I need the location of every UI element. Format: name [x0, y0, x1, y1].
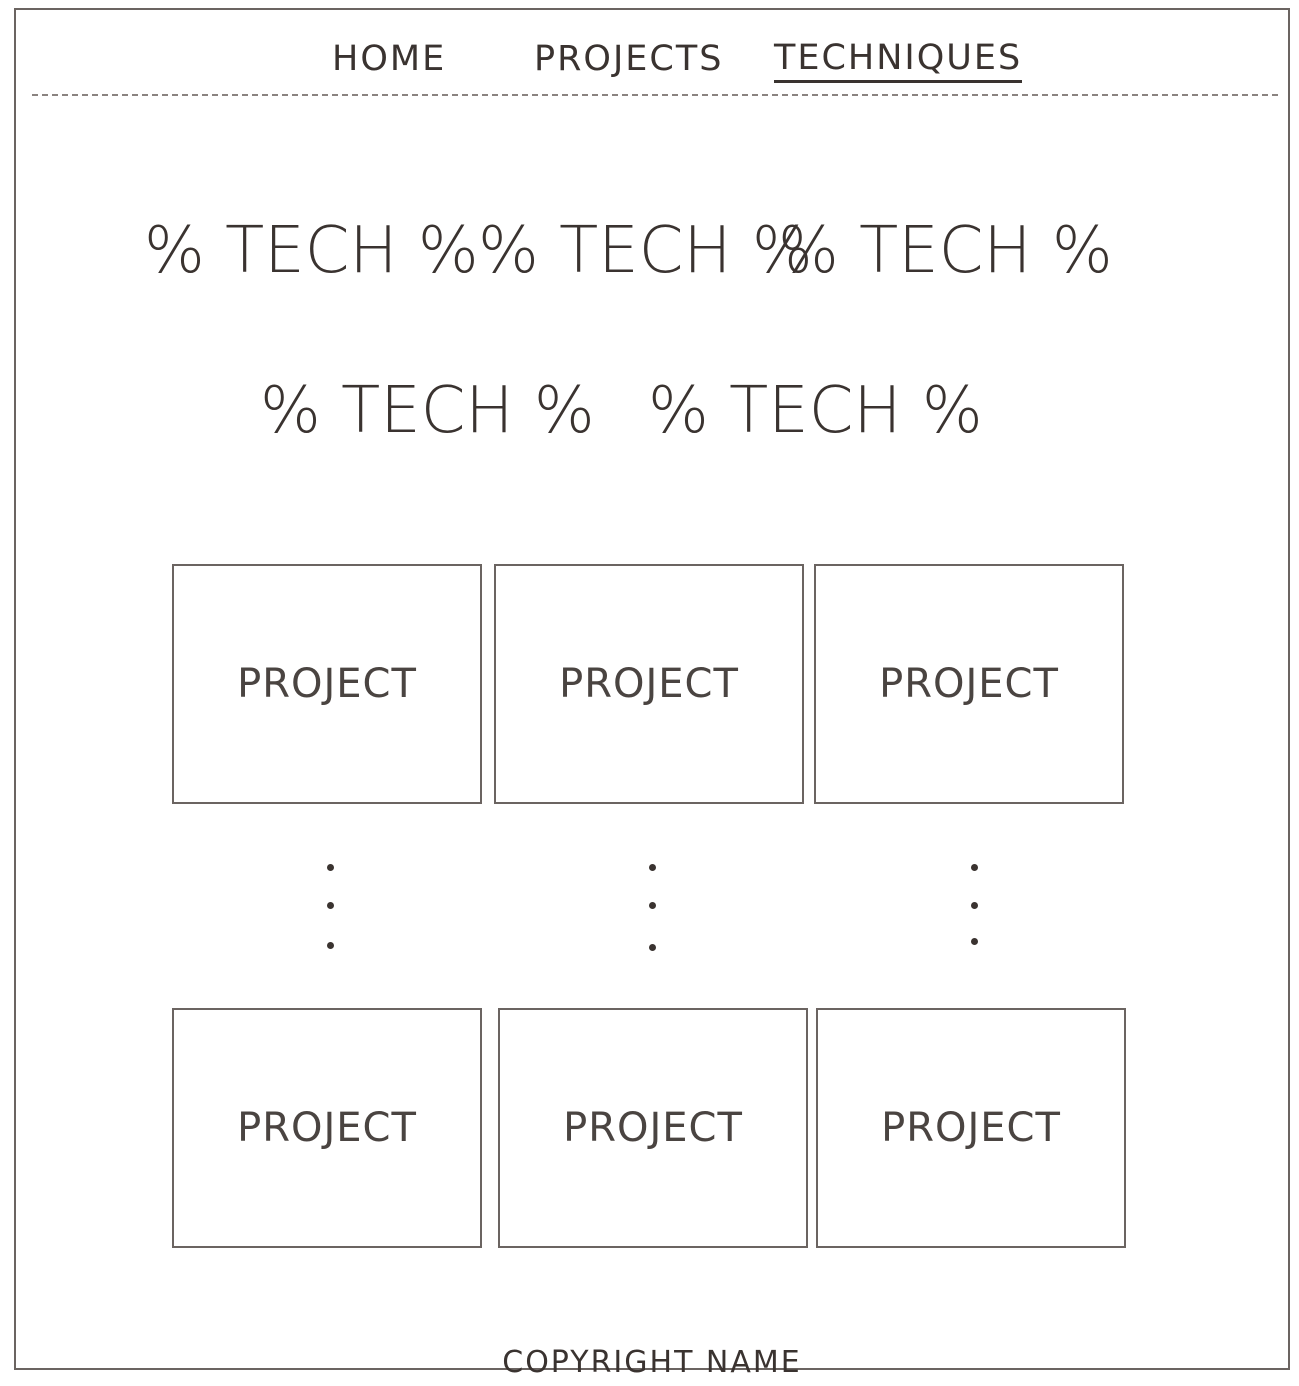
- top-nav: HOME PROJECTS TECHNIQUES: [16, 36, 1288, 86]
- nav-divider: [32, 94, 1278, 96]
- technique-row-2: % TECH % % TECH %: [16, 366, 1288, 456]
- project-label: PROJECT: [559, 661, 739, 707]
- more-projects-indicator: [968, 864, 982, 954]
- more-projects-indicator: [324, 864, 338, 954]
- project-card[interactable]: PROJECT: [494, 564, 804, 804]
- project-card[interactable]: PROJECT: [172, 1008, 482, 1248]
- project-card[interactable]: PROJECT: [172, 564, 482, 804]
- project-label: PROJECT: [563, 1105, 743, 1151]
- nav-item-techniques[interactable]: TECHNIQUES: [774, 36, 1023, 83]
- technique-tag[interactable]: % TECH %: [144, 206, 479, 296]
- project-label: PROJECT: [881, 1105, 1061, 1151]
- technique-tag[interactable]: % TECH %: [648, 366, 983, 456]
- project-label: PROJECT: [879, 661, 1059, 707]
- technique-tag[interactable]: % TECH %: [478, 206, 813, 296]
- project-label: PROJECT: [237, 1105, 417, 1151]
- page-frame: HOME PROJECTS TECHNIQUES % TECH % % TECH…: [14, 8, 1290, 1380]
- project-card[interactable]: PROJECT: [498, 1008, 808, 1248]
- technique-tag[interactable]: % TECH %: [260, 366, 595, 456]
- technique-tag[interactable]: % TECH %: [778, 206, 1113, 296]
- footer-copyright: COPYRIGHT NAME: [502, 1345, 802, 1380]
- project-card[interactable]: PROJECT: [814, 564, 1124, 804]
- nav-item-projects[interactable]: PROJECTS: [534, 36, 723, 82]
- project-label: PROJECT: [237, 661, 417, 707]
- nav-item-home[interactable]: HOME: [332, 36, 446, 82]
- project-card[interactable]: PROJECT: [816, 1008, 1126, 1248]
- technique-row-1: % TECH % % TECH % % TECH %: [16, 206, 1288, 296]
- more-projects-indicator: [646, 864, 660, 954]
